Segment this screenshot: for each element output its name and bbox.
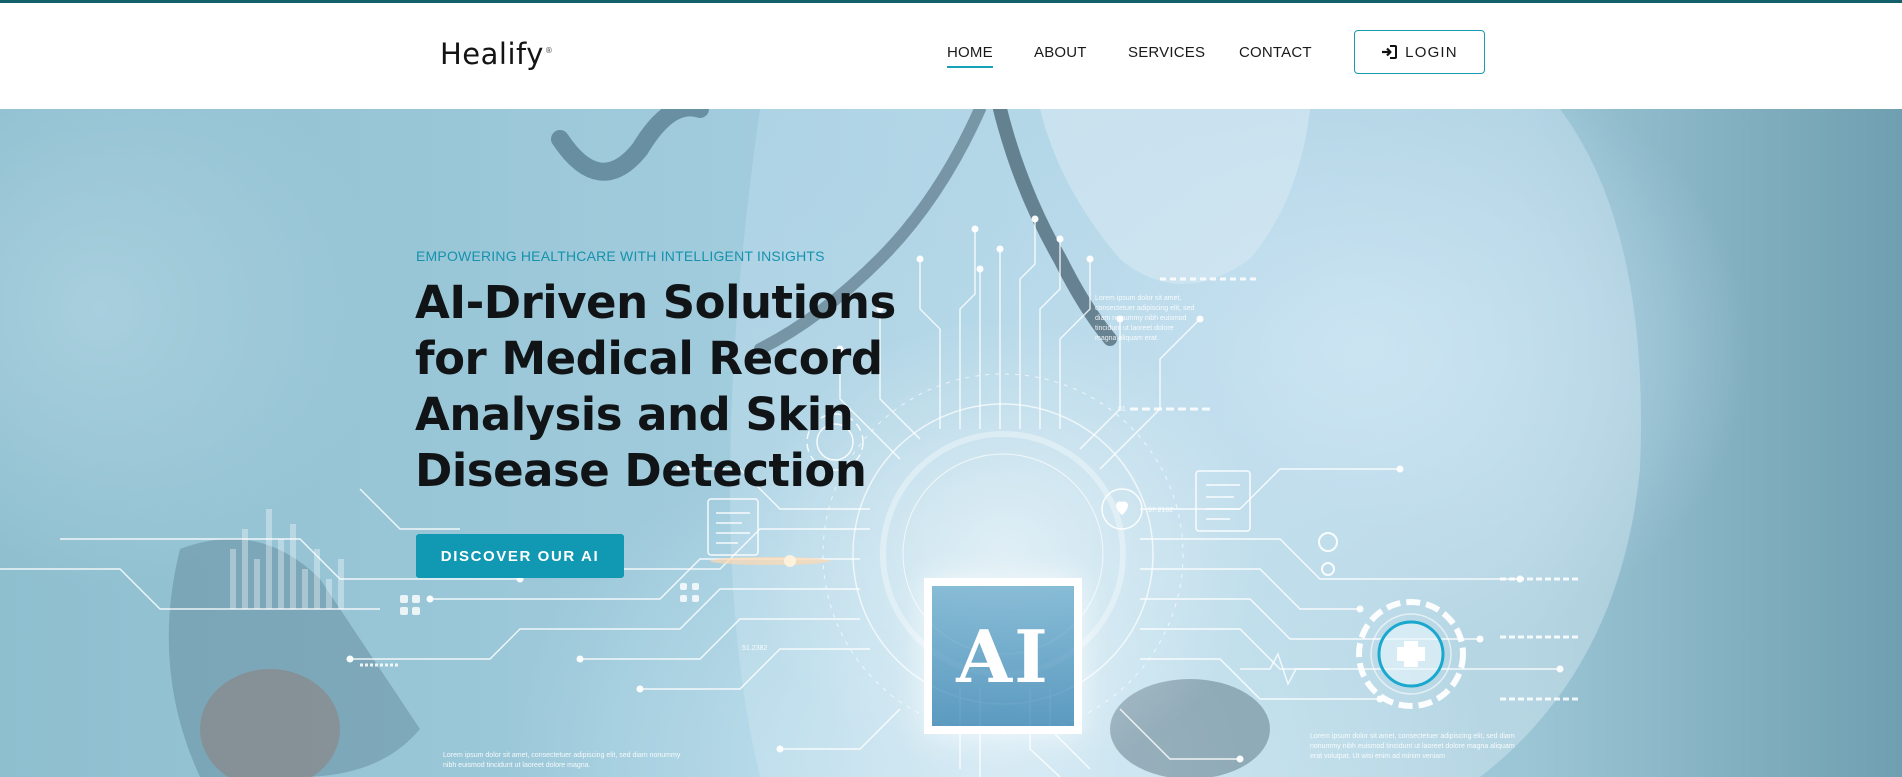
nav-contact[interactable]: CONTACT: [1239, 44, 1312, 61]
headline-line-3: Analysis and Skin: [415, 388, 854, 441]
brand-logo[interactable]: Healify®: [440, 37, 553, 71]
note-bottom-right: Lorem ipsum dolor sit amet, consectetuer…: [1310, 733, 1515, 760]
headline-line-1: AI-Driven Solutions: [415, 276, 896, 329]
login-label: LOGIN: [1405, 43, 1458, 61]
nav-services[interactable]: SERVICES: [1128, 44, 1205, 61]
note-bottom-left: Lorem ipsum dolor sit amet, consectetuer…: [443, 752, 681, 769]
headline-line-4: Disease Detection: [415, 444, 867, 497]
headline-line-2: for Medical Record: [415, 332, 883, 385]
login-button[interactable]: LOGIN: [1354, 30, 1485, 74]
readout-3: 51.2382: [742, 645, 768, 652]
ai-label: AI: [956, 613, 1050, 699]
ai-chip-graphic: AI: [924, 578, 1082, 734]
hero-headline: AI-Driven Solutions for Medical Record A…: [415, 275, 935, 499]
hero-section: Lorem ipsum dolor sit amet, consectetuer…: [0, 109, 1902, 777]
nav-home[interactable]: HOME: [947, 44, 993, 68]
note-top: Lorem ipsum dolor sit amet, consectetuer…: [1095, 295, 1195, 342]
readout-2: 97.2102: [1148, 507, 1174, 514]
hero-tagline: EMPOWERING HEALTHCARE WITH INTELLIGENT I…: [416, 248, 825, 264]
readout-1: 01: [1118, 406, 1126, 413]
navbar: Healify® HOME ABOUT SERVICES CONTACT LOG…: [0, 3, 1902, 109]
discover-ai-button[interactable]: DISCOVER OUR AI: [416, 534, 624, 578]
sign-in-icon: [1382, 45, 1398, 59]
nav-about[interactable]: ABOUT: [1034, 44, 1087, 61]
